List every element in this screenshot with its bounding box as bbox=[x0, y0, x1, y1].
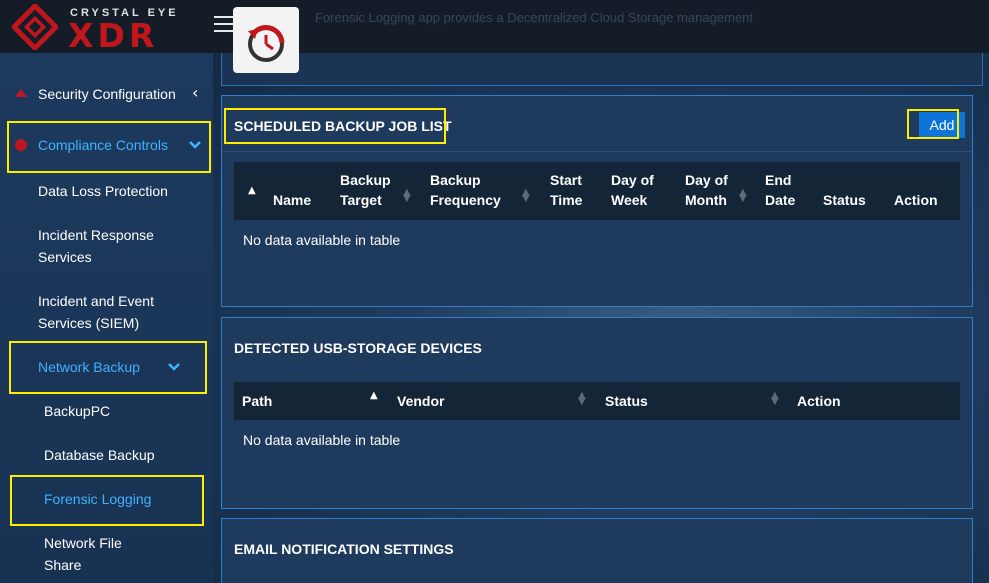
sidebar-item-label: BackupPC bbox=[44, 403, 111, 419]
email-notification-panel: EMAIL NOTIFICATION SETTINGS bbox=[221, 518, 973, 583]
column-header[interactable]: Day of bbox=[611, 170, 654, 190]
panel-title: SCHEDULED BACKUP JOB LIST bbox=[234, 118, 452, 134]
sidebar-item-label: Forensic Logging bbox=[44, 491, 152, 507]
backup-clock-icon bbox=[248, 25, 285, 62]
column-header[interactable]: Backup bbox=[340, 170, 391, 190]
empty-table-message: No data available in table bbox=[243, 232, 401, 248]
app-description: Forensic Logging app provides a Decentra… bbox=[315, 10, 753, 25]
top-bar: CRYSTAL EYE XDR Forensic Logging app pro… bbox=[0, 0, 989, 55]
column-header[interactable]: End bbox=[765, 170, 791, 190]
sidebar-item-label-line2: Services (SIEM) bbox=[38, 315, 140, 331]
sort-icon[interactable]: ▲ ▼ bbox=[578, 391, 586, 407]
column-header-line2: Frequency bbox=[430, 192, 501, 208]
forensic-logging-app-icon bbox=[233, 7, 299, 73]
chevron-down-icon bbox=[168, 363, 180, 371]
sidebar-item-forensic-logging[interactable]: Forensic Logging bbox=[0, 488, 213, 510]
compliance-circle-icon bbox=[15, 139, 27, 151]
scheduled-backup-panel: SCHEDULED BACKUP JOB LIST Add ▲ Name Bac… bbox=[221, 95, 973, 307]
sidebar-item-label: Data Loss Protection bbox=[38, 183, 168, 199]
sidebar-item-backuppc[interactable]: BackupPC bbox=[0, 400, 213, 422]
sort-asc-icon[interactable]: ▲ bbox=[370, 391, 378, 401]
usb-table-header: Path ▲ Vendor ▲ ▼ Status ▲ ▼ Action bbox=[234, 382, 960, 420]
logo-mark-icon bbox=[12, 4, 58, 50]
main-content: SCHEDULED BACKUP JOB LIST Add ▲ Name Bac… bbox=[213, 53, 989, 583]
sort-asc-icon[interactable]: ▲ bbox=[248, 186, 256, 196]
crystal-eye-logo[interactable]: CRYSTAL EYE XDR bbox=[12, 2, 184, 55]
sidebar-item-data-loss-protection[interactable]: Data Loss Protection bbox=[0, 180, 213, 202]
panel-title: DETECTED USB-STORAGE DEVICES bbox=[234, 340, 482, 356]
sidebar-item-compliance-controls[interactable]: Compliance Controls bbox=[0, 134, 213, 156]
column-header[interactable]: Action bbox=[797, 391, 841, 411]
panel-title: EMAIL NOTIFICATION SETTINGS bbox=[234, 541, 454, 557]
sidebar-item-label-line1: Incident Response bbox=[38, 227, 154, 243]
sidebar-item-label-line2: Share bbox=[44, 557, 82, 573]
sidebar: Security Configuration ‹ Compliance Cont… bbox=[0, 53, 213, 583]
sort-icon[interactable]: ▲ ▼ bbox=[522, 188, 530, 204]
triangle-up-icon bbox=[15, 89, 27, 97]
empty-table-message: No data available in table bbox=[243, 432, 401, 448]
chevron-left-icon: ‹ bbox=[192, 83, 199, 102]
sort-icon[interactable]: ▲ ▼ bbox=[771, 391, 779, 407]
sidebar-item-label-line2: Services bbox=[38, 249, 92, 265]
column-header[interactable]: Path bbox=[242, 391, 272, 411]
column-header-line2: Month bbox=[685, 192, 727, 208]
sidebar-item-label-line1: Incident and Event bbox=[38, 293, 154, 309]
column-header-line2: Target bbox=[340, 192, 382, 208]
sidebar-item-label: Security Configuration bbox=[38, 86, 176, 102]
sidebar-item-database-backup[interactable]: Database Backup bbox=[0, 444, 213, 466]
sidebar-item-label: Database Backup bbox=[44, 447, 155, 463]
add-button[interactable]: Add bbox=[919, 112, 965, 138]
column-header[interactable]: Start bbox=[550, 170, 582, 190]
column-header[interactable]: Action bbox=[894, 190, 938, 210]
sidebar-item-siem[interactable]: Incident and Event Services (SIEM) bbox=[0, 290, 213, 334]
column-header[interactable]: Backup bbox=[430, 170, 481, 190]
column-header[interactable]: Vendor bbox=[397, 391, 444, 411]
column-header[interactable]: Status bbox=[605, 391, 648, 411]
sidebar-item-network-file-share[interactable]: Network File Share bbox=[0, 532, 213, 576]
column-header-line2: Week bbox=[611, 192, 648, 208]
sidebar-item-incident-response-services[interactable]: Incident Response Services bbox=[0, 224, 213, 268]
column-header[interactable]: Status bbox=[823, 190, 866, 210]
sidebar-item-label-line1: Network File bbox=[44, 535, 122, 551]
sort-icon[interactable]: ▲ ▼ bbox=[739, 188, 747, 204]
divider bbox=[222, 151, 972, 152]
sidebar-item-security-configuration[interactable]: Security Configuration ‹ bbox=[0, 83, 213, 105]
logo-big-text: XDR bbox=[68, 16, 159, 55]
sidebar-item-label: Compliance Controls bbox=[38, 137, 168, 153]
app-header-strip bbox=[221, 53, 983, 86]
column-header-line2: Date bbox=[765, 192, 796, 208]
column-header[interactable]: Name bbox=[273, 190, 311, 210]
column-header-line2: Time bbox=[550, 192, 583, 208]
usb-storage-panel: DETECTED USB-STORAGE DEVICES Path ▲ Vend… bbox=[221, 317, 973, 509]
sort-icon[interactable]: ▲ ▼ bbox=[403, 188, 411, 204]
chevron-down-icon bbox=[189, 141, 201, 149]
sidebar-item-label: Network Backup bbox=[38, 359, 140, 375]
column-header[interactable]: Day of bbox=[685, 170, 728, 190]
sidebar-item-network-backup[interactable]: Network Backup bbox=[0, 356, 213, 378]
backup-table-header: ▲ Name Backup Target ▲ ▼ Backup Frequency… bbox=[234, 162, 960, 220]
